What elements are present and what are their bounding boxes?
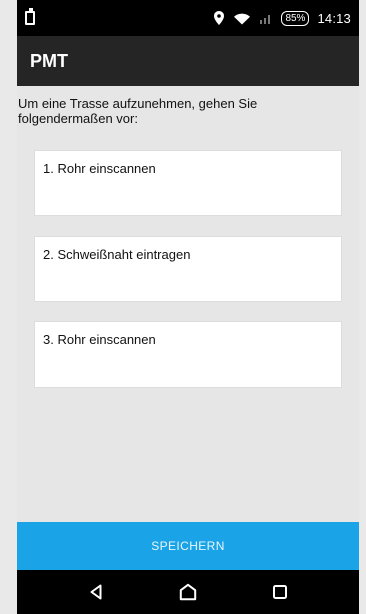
- step-card-3[interactable]: 3. Rohr einscannen: [34, 321, 342, 388]
- recent-apps-button[interactable]: [250, 570, 310, 614]
- status-bar: 85% 14:13: [17, 0, 359, 36]
- step-card-2[interactable]: 2. Schweißnaht eintragen: [34, 236, 342, 302]
- status-icons: 85% 14:13: [213, 7, 351, 29]
- step-label: 3. Rohr einscannen: [43, 332, 156, 347]
- save-button[interactable]: SPEICHERN: [17, 522, 359, 570]
- screen-frame: 85% 14:13 PMT Um eine Trasse aufzunehmen…: [0, 0, 366, 614]
- step-label: 1. Rohr einscannen: [43, 161, 156, 176]
- home-icon: [179, 583, 197, 601]
- step-card-1[interactable]: 1. Rohr einscannen: [34, 150, 342, 216]
- intro-text: Um eine Trasse aufzunehmen, gehen Sie fo…: [18, 96, 258, 126]
- recent-apps-icon: [273, 585, 287, 599]
- battery-charging-icon: [25, 8, 37, 27]
- wifi-icon: [233, 11, 251, 25]
- phone-screen: 85% 14:13 PMT Um eine Trasse aufzunehmen…: [17, 0, 359, 614]
- content-area: Um eine Trasse aufzunehmen, gehen Sie fo…: [17, 86, 359, 522]
- app-title: PMT: [30, 50, 68, 71]
- back-button[interactable]: [66, 570, 126, 614]
- step-label: 2. Schweißnaht eintragen: [43, 247, 191, 262]
- battery-level-badge: 85%: [281, 10, 310, 26]
- location-pin-icon: [213, 11, 225, 25]
- status-time: 14:13: [317, 10, 351, 26]
- navigation-bar: [17, 570, 359, 614]
- back-icon: [90, 584, 102, 600]
- home-button[interactable]: [158, 570, 218, 614]
- app-bar: PMT: [17, 36, 359, 86]
- signal-icon: [259, 11, 273, 25]
